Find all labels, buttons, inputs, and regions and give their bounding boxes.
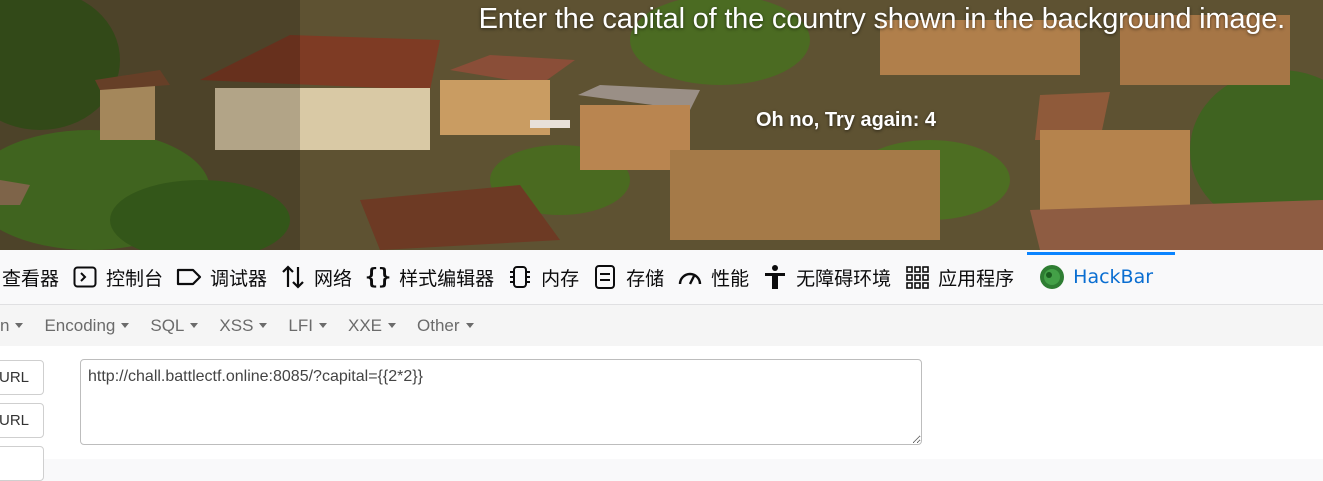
tab-label: 调试器 (210, 267, 268, 290)
page-heading: Enter the capital of the country shown i… (478, 3, 1286, 35)
tab-console[interactable]: 控制台 (72, 250, 176, 304)
menu-load-url-dropdown[interactable]: n (0, 316, 34, 336)
menu-other[interactable]: Other (407, 316, 485, 336)
menu-xxe[interactable]: XXE (338, 316, 407, 336)
chevron-down-icon (259, 323, 268, 328)
hackbar-panel: URL URL (0, 346, 1323, 481)
hackbar-menu-bar: n Encoding SQL XSS LFI XXE Other (0, 305, 1323, 347)
tab-label: 存储 (626, 267, 665, 290)
console-icon (72, 264, 98, 290)
chevron-down-icon (190, 323, 199, 328)
tab-label: 性能 (711, 267, 750, 290)
chevron-down-icon (121, 323, 130, 328)
menu-xss[interactable]: XSS (209, 316, 278, 336)
tab-storage[interactable]: 存储 (592, 250, 677, 304)
menu-encoding[interactable]: Encoding (34, 316, 140, 336)
style-editor-icon: {} (364, 264, 392, 290)
memory-icon (507, 264, 533, 290)
tab-label: 内存 (541, 267, 580, 290)
menu-label: LFI (288, 315, 313, 335)
hackbar-icon (1039, 264, 1065, 290)
chevron-down-icon (388, 323, 397, 328)
tab-label: 查看器 (2, 267, 60, 290)
tab-memory[interactable]: 内存 (507, 250, 592, 304)
tab-hackbar[interactable]: HackBar (1027, 250, 1175, 304)
web-page-viewport: Enter the capital of the country shown i… (0, 0, 1323, 250)
tab-label: 应用程序 (938, 267, 1015, 290)
menu-sql[interactable]: SQL (140, 316, 209, 336)
menu-label: n (0, 315, 10, 335)
tab-style-editor[interactable]: {} 样式编辑器 (365, 250, 507, 304)
tab-debugger[interactable]: 调试器 (176, 250, 280, 304)
debugger-icon (176, 264, 202, 290)
tab-label: 无障碍环境 (796, 267, 892, 290)
result-message: Oh no, Try again: 4 (756, 109, 937, 131)
url-input[interactable] (80, 359, 922, 445)
image-shade (0, 0, 300, 250)
menu-label: Other (417, 315, 460, 335)
application-icon (904, 264, 930, 290)
tab-label: 网络 (314, 267, 353, 290)
chevron-down-icon (318, 323, 327, 328)
tab-network[interactable]: 网络 (280, 250, 365, 304)
menu-lfi[interactable]: LFI (278, 316, 338, 336)
split-url-button[interactable]: URL (0, 403, 44, 438)
tab-label: 控制台 (106, 267, 164, 290)
chevron-down-icon (465, 323, 474, 328)
chevron-down-icon (15, 323, 24, 328)
tab-accessibility[interactable]: 无障碍环境 (762, 250, 904, 304)
network-icon (280, 264, 306, 290)
tab-performance[interactable]: 性能 (677, 250, 762, 304)
execute-button[interactable] (0, 446, 44, 481)
tab-label: HackBar (1073, 266, 1154, 288)
menu-label: XSS (219, 315, 254, 335)
tab-inspector[interactable]: 查看器 (0, 250, 72, 304)
tab-application[interactable]: 应用程序 (904, 250, 1027, 304)
tab-label: 样式编辑器 (399, 267, 495, 290)
menu-label: Encoding (44, 315, 116, 335)
load-url-button[interactable]: URL (0, 360, 44, 395)
performance-icon (677, 264, 703, 290)
devtools-tab-bar: 查看器 控制台 调试器 网络 {} 样式编辑器 内存 存储 性能 无障碍环境 应… (0, 250, 1323, 305)
menu-label: SQL (150, 315, 185, 335)
storage-icon (592, 264, 618, 290)
menu-label: XXE (347, 315, 383, 335)
accessibility-icon (762, 264, 788, 290)
